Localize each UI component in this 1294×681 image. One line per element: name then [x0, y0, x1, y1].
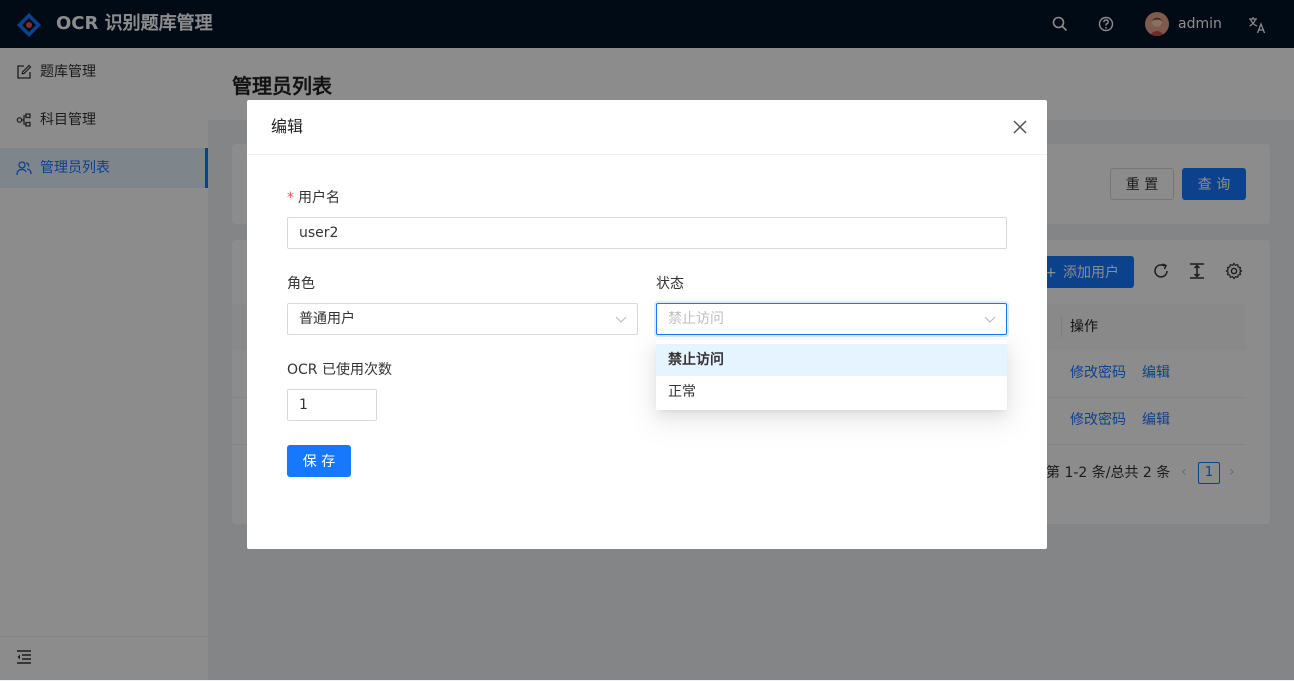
chevron-down-icon [615, 316, 627, 323]
chevron-down-icon [984, 316, 996, 323]
ocr-count-label: OCR 已使用次数 [287, 362, 392, 378]
modal-title: 编辑 [271, 117, 304, 136]
status-option-forbidden[interactable]: 禁止访问 [656, 344, 1007, 376]
edit-modal: 编辑 * 用户名 user2 角色 普通用户 状态 禁止访问 OCR 已使用次数 … [247, 100, 1047, 549]
status-option-normal[interactable]: 正常 [656, 376, 1007, 408]
status-select[interactable]: 禁止访问 [656, 303, 1007, 335]
ocr-count-input[interactable]: 1 [287, 389, 377, 421]
status-select-placeholder: 禁止访问 [668, 311, 724, 327]
username-input[interactable]: user2 [287, 217, 1007, 249]
username-label: * 用户名 [287, 190, 340, 206]
modal-header: 编辑 [247, 100, 1047, 155]
status-label: 状态 [656, 276, 684, 292]
role-select-value: 普通用户 [299, 311, 355, 327]
role-select[interactable]: 普通用户 [287, 303, 638, 335]
status-dropdown: 禁止访问 正常 [656, 340, 1007, 410]
required-mark: * [287, 190, 294, 206]
role-label: 角色 [287, 276, 315, 292]
close-icon[interactable] [1011, 118, 1029, 136]
save-button[interactable]: 保 存 [287, 445, 351, 477]
